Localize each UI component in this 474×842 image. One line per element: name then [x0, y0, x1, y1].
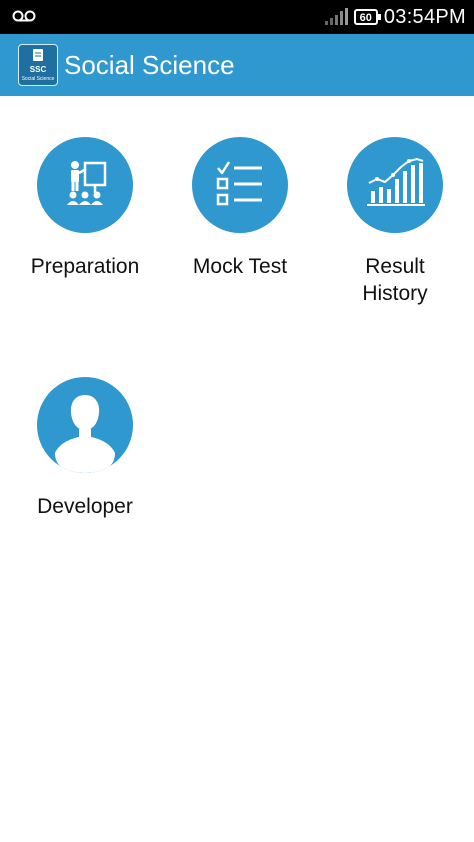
logo-book-icon: SSC Social Science — [22, 49, 55, 82]
result-history-label: Result History — [320, 253, 470, 307]
app-title: Social Science — [64, 50, 235, 80]
mock-test-tile[interactable]: Mock Test — [165, 137, 315, 280]
presentation-icon — [67, 161, 107, 205]
result-history-label-line2: History — [362, 282, 428, 305]
checklist-icon — [216, 161, 262, 206]
voicemail-icon — [12, 10, 36, 22]
mock-test-label: Mock Test — [192, 255, 288, 278]
result-history-tile[interactable]: Result History — [320, 137, 470, 307]
bar-chart-icon — [367, 157, 425, 206]
developer-tile[interactable]: Developer — [10, 377, 160, 520]
app-bar: SSC Social Science Social Science — [0, 34, 474, 96]
result-history-label-line1: Result — [365, 255, 425, 278]
user-icon — [55, 395, 115, 473]
status-time: 03:54PM — [383, 5, 466, 28]
preparation-label: Preparation — [30, 255, 140, 278]
preparation-tile[interactable]: Preparation — [10, 137, 160, 280]
signal-icon — [324, 8, 348, 25]
logo-text-bottom: Social Science — [22, 76, 55, 82]
developer-label: Developer — [37, 495, 133, 518]
battery-icon: 60 — [353, 9, 382, 25]
result-history-button[interactable] — [347, 137, 443, 233]
developer-button[interactable] — [37, 377, 133, 473]
preparation-button[interactable] — [37, 137, 133, 233]
logo-text-top: SSC — [30, 65, 47, 74]
app-logo[interactable]: SSC Social Science — [18, 44, 58, 86]
mock-test-button[interactable] — [192, 137, 288, 233]
status-bar: 60 03:54PM — [0, 0, 474, 34]
